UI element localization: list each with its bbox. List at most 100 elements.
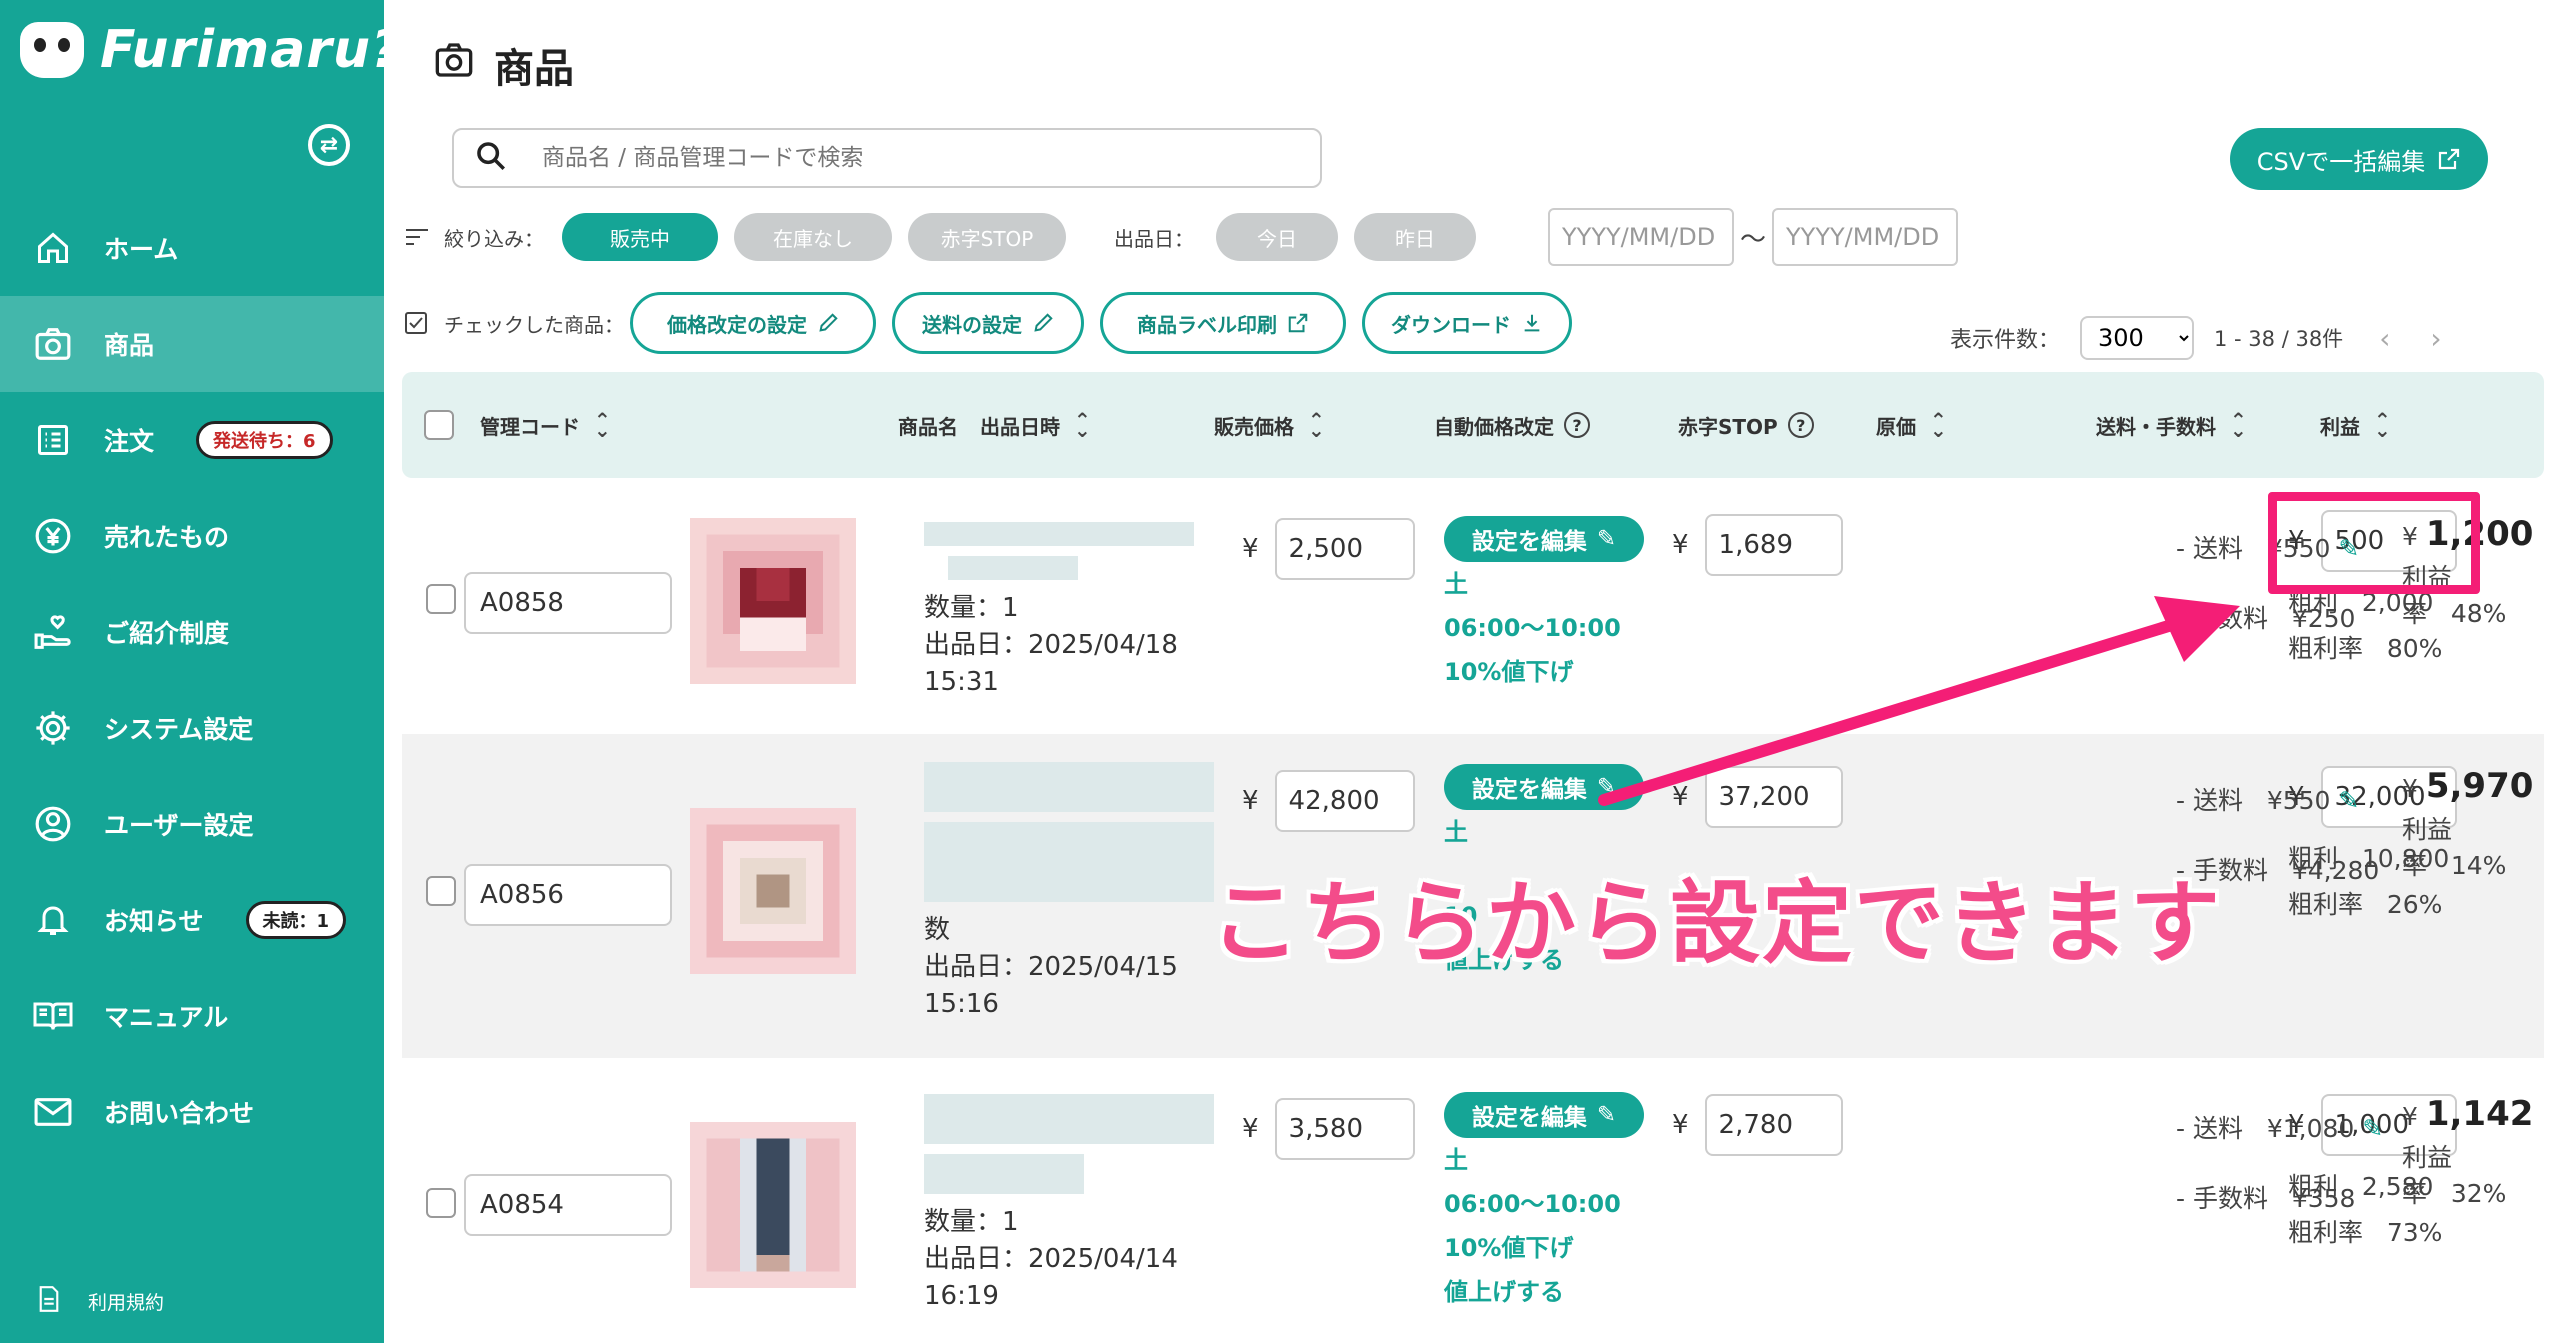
yen-icon: [32, 515, 74, 557]
sort-icon[interactable]: ⌃ ⌄: [594, 410, 611, 440]
price-revision-button[interactable]: 価格改定の設定: [630, 292, 876, 354]
sort-icon[interactable]: ⌃ ⌄: [1930, 410, 1947, 440]
search-icon: [474, 139, 508, 177]
profit-value: 5,970: [2425, 766, 2534, 806]
code-input[interactable]: A0858: [464, 572, 672, 634]
sort-icon[interactable]: ⌃ ⌄: [2374, 410, 2391, 440]
search-box[interactable]: [452, 128, 1322, 188]
sort-icon[interactable]: ⌃ ⌄: [2230, 410, 2247, 440]
loss-stop-input[interactable]: 1,689: [1704, 514, 1843, 576]
help-icon[interactable]: ?: [1564, 412, 1590, 438]
sort-icon[interactable]: ⌃ ⌄: [1308, 410, 1325, 440]
csv-bulk-edit-button[interactable]: CSVで一括編集: [2230, 128, 2488, 190]
listed-date: 出品日：2025/04/14: [924, 1244, 1178, 1274]
sidebar-item-system-settings[interactable]: システム設定: [0, 680, 384, 776]
col-fees[interactable]: 送料・手数料 ⌃ ⌄: [2096, 372, 2247, 478]
date-from-input[interactable]: YYYY/MM/DD: [1548, 208, 1734, 266]
yen-symbol: ¥: [1242, 1114, 1259, 1144]
sidebar-item-notifications[interactable]: お知らせ 未読：1: [0, 872, 384, 968]
blurred-product-name: [948, 556, 1078, 580]
pencil-icon: ✎: [1596, 526, 1617, 552]
pencil-icon: ✎: [1596, 1102, 1617, 1128]
fee-label: - 手数料: [2176, 1184, 2268, 1213]
switch-account-icon[interactable]: ⇄: [308, 124, 350, 166]
print-label-button[interactable]: 商品ラベル印刷: [1100, 292, 1346, 354]
terms-link[interactable]: 利用規約: [38, 1286, 164, 1317]
filter-today[interactable]: 今日: [1216, 213, 1338, 261]
sidebar-item-contact[interactable]: お問い合わせ: [0, 1064, 384, 1160]
profit-rate: 利益率 14%: [2402, 810, 2544, 882]
sale-price-input[interactable]: 2,500: [1274, 518, 1415, 580]
code-input[interactable]: A0856: [464, 864, 672, 926]
col-auto-price: 自動価格改定?: [1434, 372, 1590, 478]
yen-symbol: ¥: [1242, 534, 1259, 564]
sidebar-item-manual[interactable]: マニュアル: [0, 968, 384, 1064]
sidebar-item-orders[interactable]: 注文 発送待ち：6: [0, 392, 384, 488]
profit-rate-label: 利益率: [2402, 1143, 2453, 1208]
listing-date-label: 出品日：: [1114, 226, 1194, 251]
row-checkbox[interactable]: [426, 584, 456, 614]
sidebar-item-user-settings[interactable]: ユーザー設定: [0, 776, 384, 872]
sidebar-item-sold[interactable]: 売れたもの: [0, 488, 384, 584]
shipping-settings-button[interactable]: 送料の設定: [892, 292, 1084, 354]
col-price[interactable]: 販売価格 ⌃ ⌄: [1214, 372, 1325, 478]
pencil-icon[interactable]: ✎: [2362, 1114, 2383, 1143]
sort-icon[interactable]: ⌃ ⌄: [1074, 410, 1091, 440]
product-thumbnail[interactable]: [690, 1122, 856, 1288]
cost-highlight-box: [2268, 492, 2480, 594]
checkbox-checked-icon: [405, 312, 427, 334]
product-info: 数 出品日：2025/04/15 15:16: [924, 762, 1224, 1023]
loss-stop-input[interactable]: 2,780: [1704, 1094, 1843, 1156]
next-page-icon[interactable]: ›: [2430, 322, 2441, 355]
sidebar-item-label: お知らせ: [104, 907, 204, 936]
help-icon[interactable]: ?: [1787, 412, 1814, 438]
download-button[interactable]: ダウンロード: [1362, 292, 1572, 354]
download-label: ダウンロード: [1391, 312, 1511, 337]
gear-icon: [32, 707, 74, 749]
select-all-checkbox[interactable]: [424, 410, 454, 440]
app-logo[interactable]: Furimaru?: [20, 20, 402, 80]
commission-fee: - 手数料 ¥358: [2176, 1164, 2416, 1234]
col-fees-label: 送料・手数料: [2096, 414, 2216, 439]
pencil-icon[interactable]: ✎: [2338, 786, 2359, 815]
col-code[interactable]: 管理コード ⌃ ⌄: [480, 372, 611, 478]
pagination: 表示件数： 300 1 - 38 / 38件 ‹ ›: [1950, 316, 2442, 360]
sale-price-input[interactable]: 3,580: [1274, 1098, 1415, 1160]
edit-settings-button[interactable]: 設定を編集 ✎: [1444, 516, 1644, 562]
sidebar-item-label: 売れたもの: [104, 523, 230, 552]
yen-symbol: ¥: [1242, 786, 1259, 816]
product-thumbnail[interactable]: [690, 518, 856, 684]
code-input[interactable]: A0854: [464, 1174, 672, 1236]
fees-cell: - 送料 ¥1,080 ✎ - 手数料 ¥358: [2176, 1094, 2416, 1234]
blurred-product-name: [924, 1154, 1084, 1194]
date-to-input[interactable]: YYYY/MM/DD: [1772, 208, 1959, 266]
yen-symbol: ¥: [1672, 1110, 1689, 1140]
prev-page-icon[interactable]: ‹: [2379, 322, 2390, 355]
sidebar: Furimaru? ⇄ ホーム 商品 注文 発送待ち：6 売れたもの ご紹介制度…: [0, 0, 401, 1343]
document-icon: [38, 1286, 60, 1317]
sidebar-item-home[interactable]: ホーム: [0, 200, 384, 296]
sidebar-item-products[interactable]: 商品: [0, 296, 384, 392]
search-input[interactable]: [542, 145, 1302, 171]
col-profit[interactable]: 利益 ⌃ ⌄: [2320, 372, 2391, 478]
profit-rate-value: 48%: [2450, 599, 2507, 628]
col-name: 商品名: [898, 372, 958, 478]
filter-loss-stop[interactable]: 赤字STOP: [908, 213, 1066, 261]
filter-yesterday[interactable]: 昨日: [1354, 213, 1476, 261]
checked-items-label: チェックした商品：: [444, 312, 624, 337]
select-all-cell: [424, 372, 454, 478]
sidebar-item-referral[interactable]: ご紹介制度: [0, 584, 384, 680]
product-thumbnail[interactable]: [690, 808, 856, 974]
blurred-product-name: [924, 1094, 1214, 1144]
filter-on-sale[interactable]: 販売中: [562, 213, 718, 261]
listed-time: 15:31: [924, 667, 999, 697]
row-checkbox[interactable]: [426, 1188, 456, 1218]
col-listed[interactable]: 出品日時 ⌃ ⌄: [980, 372, 1091, 478]
col-cost[interactable]: 原価 ⌃ ⌄: [1876, 372, 1947, 478]
filter-out-of-stock[interactable]: 在庫なし: [734, 213, 892, 261]
ship-label: - 送料: [2176, 534, 2243, 563]
edit-settings-button[interactable]: 設定を編集 ✎: [1444, 1092, 1644, 1138]
row-checkbox[interactable]: [426, 876, 456, 906]
per-page-select[interactable]: 300: [2080, 316, 2195, 360]
sale-price-input[interactable]: 42,800: [1274, 770, 1415, 832]
